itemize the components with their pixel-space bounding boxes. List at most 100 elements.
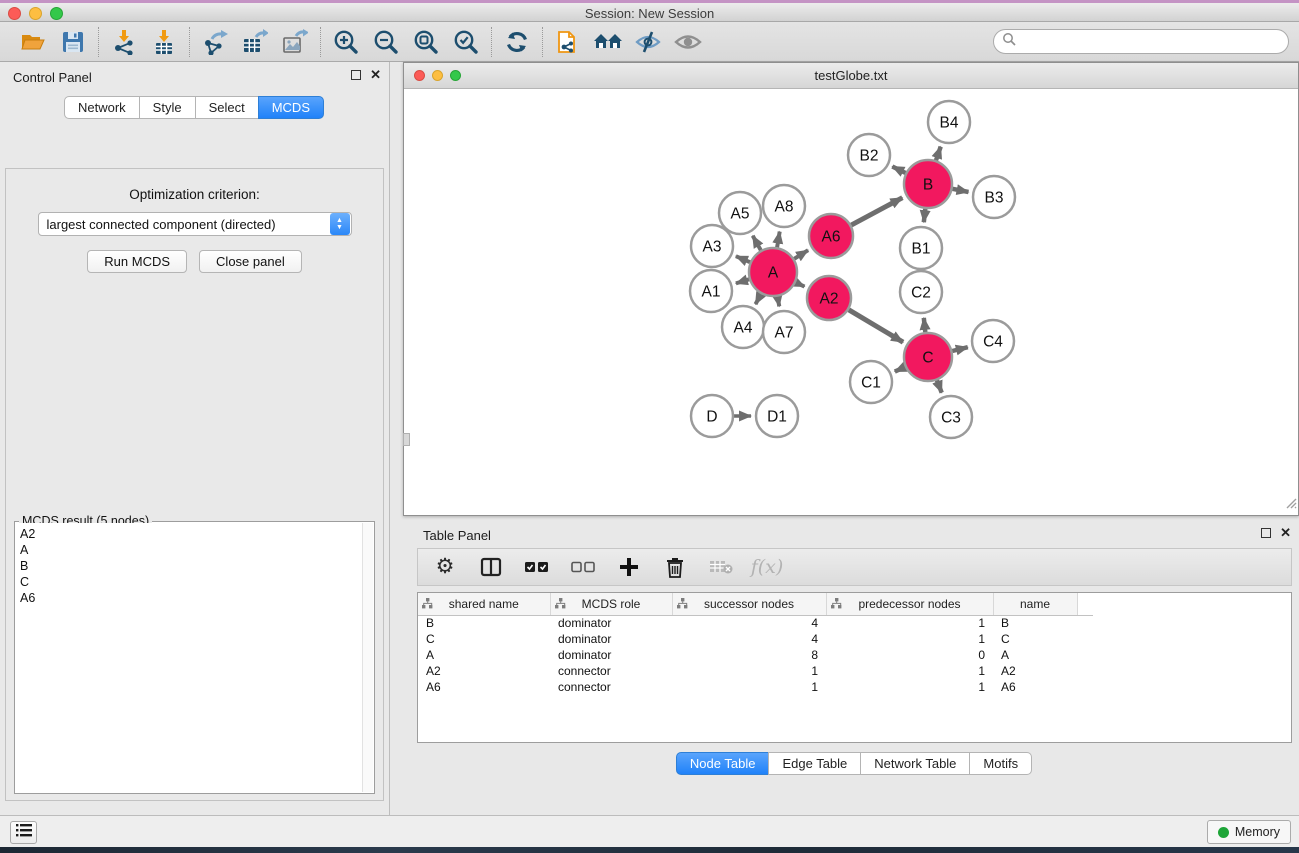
zoom-selected-button[interactable] <box>451 27 481 57</box>
export-image-button[interactable] <box>280 27 310 57</box>
export-table-button[interactable] <box>240 27 270 57</box>
graph-node-A5[interactable]: A5 <box>719 192 761 234</box>
graph-node-C4[interactable]: C4 <box>972 320 1014 362</box>
open-session-button[interactable] <box>18 27 48 57</box>
table-row[interactable]: Cdominator41C <box>418 631 1093 647</box>
table-row[interactable]: A2connector11A2 <box>418 663 1093 679</box>
table-row[interactable]: Bdominator41B <box>418 615 1093 631</box>
graph-edge-C-C1[interactable] <box>895 367 905 372</box>
graph-node-C1[interactable]: C1 <box>850 361 892 403</box>
result-item[interactable]: A6 <box>20 590 362 606</box>
graph-edge-A6-B[interactable] <box>851 198 902 225</box>
graph-node-A3[interactable]: A3 <box>691 225 733 267</box>
show-panels-button[interactable] <box>10 821 37 844</box>
result-item[interactable]: B <box>20 558 362 574</box>
close-panel-icon[interactable]: ✕ <box>370 70 381 80</box>
table-cell[interactable]: 1 <box>826 615 993 631</box>
column-header-name[interactable]: name <box>993 593 1077 615</box>
resize-grip-icon[interactable] <box>1283 495 1297 514</box>
graph-edge-C-C3[interactable] <box>937 380 942 392</box>
table-cell[interactable]: 1 <box>672 663 826 679</box>
graph-edge-A-A8[interactable] <box>777 232 780 248</box>
graph-edge-B-B2[interactable] <box>892 167 905 174</box>
new-network-from-selection-button[interactable] <box>553 27 583 57</box>
graph-node-B[interactable]: B <box>904 160 952 208</box>
table-cell[interactable]: B <box>993 615 1077 631</box>
tab-motifs[interactable]: Motifs <box>969 752 1032 775</box>
result-item[interactable]: C <box>20 574 362 590</box>
graph-node-B2[interactable]: B2 <box>848 134 890 176</box>
table-cell[interactable]: 4 <box>672 631 826 647</box>
refresh-button[interactable] <box>502 27 532 57</box>
first-neighbors-button[interactable] <box>593 27 623 57</box>
tab-node-table[interactable]: Node Table <box>676 752 770 775</box>
deselect-all-columns-button[interactable] <box>570 554 596 580</box>
hide-graphics-details-button[interactable] <box>633 27 663 57</box>
table-cell[interactable]: A6 <box>418 679 550 695</box>
graph-edge-A-A3[interactable] <box>736 256 750 262</box>
graph-node-C[interactable]: C <box>904 333 952 381</box>
graph-edge-A-A5[interactable] <box>753 236 761 251</box>
float-panel-icon[interactable] <box>351 70 361 80</box>
graph-node-A4[interactable]: A4 <box>722 306 764 348</box>
table-cell[interactable]: C <box>418 631 550 647</box>
search-field[interactable] <box>993 29 1289 54</box>
graph-edge-C-C2[interactable] <box>924 318 926 332</box>
graph-node-C2[interactable]: C2 <box>900 271 942 313</box>
close-table-panel-icon[interactable]: ✕ <box>1280 528 1291 538</box>
delete-columns-button[interactable] <box>662 554 688 580</box>
table-cell[interactable]: 0 <box>826 647 993 663</box>
column-header-MCDS-role[interactable]: MCDS role <box>550 593 672 615</box>
column-header-successor-nodes[interactable]: successor nodes <box>672 593 826 615</box>
graph-node-B1[interactable]: B1 <box>900 227 942 269</box>
tab-edge-table[interactable]: Edge Table <box>768 752 861 775</box>
graph-edge-A-A1[interactable] <box>736 279 749 283</box>
graph-node-A8[interactable]: A8 <box>763 185 805 227</box>
table-cell[interactable]: A <box>418 647 550 663</box>
select-all-columns-button[interactable] <box>524 554 550 580</box>
table-row[interactable]: A6connector11A6 <box>418 679 1093 695</box>
column-header-shared-name[interactable]: shared name <box>418 593 550 615</box>
graph-node-A6[interactable]: A6 <box>809 214 853 258</box>
tab-select[interactable]: Select <box>195 96 259 119</box>
graph-node-A2[interactable]: A2 <box>807 276 851 320</box>
node-table-container[interactable]: shared nameMCDS rolesuccessor nodesprede… <box>417 592 1292 743</box>
graph-edge-B-B1[interactable] <box>924 209 926 222</box>
float-table-panel-icon[interactable] <box>1261 528 1271 538</box>
graph-edge-A-A6[interactable] <box>794 250 808 259</box>
graph-edge-B-B4[interactable] <box>936 147 941 161</box>
result-scrollbar[interactable] <box>362 523 373 792</box>
zoom-out-button[interactable] <box>371 27 401 57</box>
table-cell[interactable]: A6 <box>993 679 1077 695</box>
network-canvas[interactable]: B4B2BB3B1A5A8A6A3AA1A2C2A4A7CC4C1C3DD1 <box>404 89 1298 515</box>
graph-node-A7[interactable]: A7 <box>763 311 805 353</box>
table-cell[interactable]: B <box>418 615 550 631</box>
export-network-button[interactable] <box>200 27 230 57</box>
zoom-fit-button[interactable] <box>411 27 441 57</box>
zoom-in-button[interactable] <box>331 27 361 57</box>
close-panel-button[interactable]: Close panel <box>199 250 302 273</box>
optimization-criterion-select[interactable]: largest connected component (directed) ▲… <box>38 212 352 236</box>
split-panel-button[interactable] <box>478 554 504 580</box>
table-row[interactable]: Adominator80A <box>418 647 1093 663</box>
result-item[interactable]: A2 <box>20 526 362 542</box>
table-cell[interactable]: dominator <box>550 631 672 647</box>
graph-edge-B-B3[interactable] <box>953 189 969 192</box>
table-settings-button[interactable]: ⚙ <box>432 554 458 580</box>
add-column-button[interactable] <box>616 554 642 580</box>
table-cell[interactable]: C <box>993 631 1077 647</box>
splitter-handle[interactable] <box>403 433 410 446</box>
column-header-predecessor-nodes[interactable]: predecessor nodes <box>826 593 993 615</box>
tab-network[interactable]: Network <box>64 96 140 119</box>
graph-node-C3[interactable]: C3 <box>930 396 972 438</box>
table-cell[interactable]: A2 <box>993 663 1077 679</box>
search-input[interactable] <box>1021 32 1288 52</box>
tab-style[interactable]: Style <box>139 96 196 119</box>
memory-button[interactable]: Memory <box>1207 820 1291 844</box>
tab-mcds[interactable]: MCDS <box>258 96 324 119</box>
import-table-button[interactable] <box>149 27 179 57</box>
delete-table-button[interactable] <box>708 554 734 580</box>
graph-edge-A-A7[interactable] <box>778 297 780 307</box>
result-item[interactable]: A <box>20 542 362 558</box>
table-cell[interactable]: 1 <box>826 663 993 679</box>
